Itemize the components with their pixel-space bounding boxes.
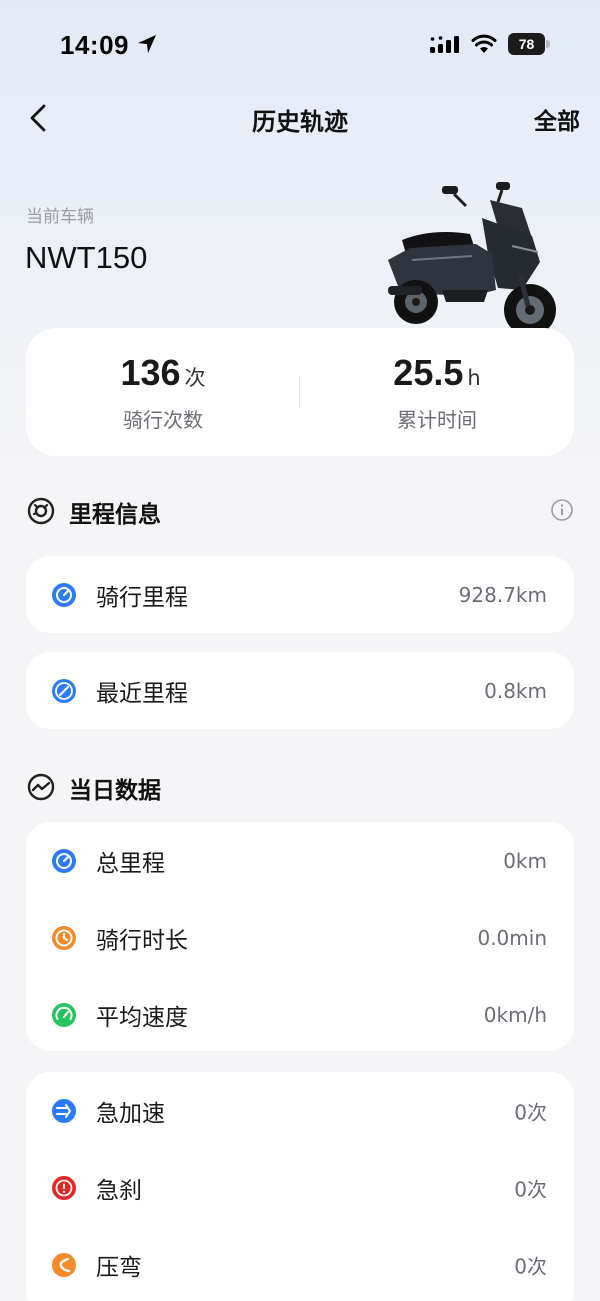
list-item[interactable]: 平均速度 0km/h [26, 976, 574, 1053]
total-time-unit: h [467, 366, 481, 390]
battery-indicator: 78 [508, 33, 550, 55]
battery-level: 78 [508, 33, 545, 55]
acceleration-icon [52, 1098, 76, 1123]
all-button[interactable]: 全部 [534, 102, 580, 136]
page-title: 历史轨迹 [252, 108, 348, 136]
ride-stats-card: 136 次 骑行次数 25.5 h 累计时间 [26, 328, 574, 456]
ride-mileage-value: 928.7km [458, 582, 547, 607]
mileage-section-header: 里程信息 [26, 494, 574, 528]
daily-section-header: 当日数据 [26, 770, 574, 804]
recent-mileage-label: 最近里程 [96, 680, 188, 707]
battery-tip [546, 40, 550, 48]
ride-count-unit: 次 [184, 366, 206, 390]
riding-events-card: 急加速 0次 急刹 0次 压弯 0次 [26, 1072, 574, 1301]
average-speed-value: 0km/h [483, 1002, 547, 1027]
nav-bar: 历史轨迹 全部 [0, 92, 600, 146]
average-speed-label: 平均速度 [96, 1004, 188, 1031]
info-icon[interactable] [550, 498, 574, 522]
total-time-stat: 25.5 h 累计时间 [300, 352, 574, 433]
status-time: 14:09 [60, 30, 129, 60]
list-item[interactable]: 最近里程 0.8km [26, 652, 574, 729]
status-bar: 14:09 78 [0, 0, 600, 90]
list-item[interactable]: 急加速 0次 [26, 1072, 574, 1149]
ride-count-label: 骑行次数 [123, 408, 203, 432]
location-arrow-icon [138, 35, 156, 53]
list-item[interactable]: 总里程 0km [26, 822, 574, 899]
hard-acceleration-value: 0次 [514, 1100, 547, 1124]
vehicle-name[interactable]: NWT150 [25, 240, 147, 276]
hard-brake-value: 0次 [514, 1177, 547, 1201]
ride-count-value: 136 [120, 352, 181, 393]
list-item[interactable]: 骑行时长 0.0min [26, 899, 574, 976]
speedometer-icon [52, 1002, 76, 1027]
list-item[interactable]: 急刹 0次 [26, 1149, 574, 1226]
total-mileage-value: 0km [503, 848, 547, 873]
total-time-value: 25.5 [393, 352, 464, 393]
total-mileage-label: 总里程 [96, 850, 165, 877]
daily-section-title: 当日数据 [69, 778, 161, 804]
ride-mileage-label: 骑行里程 [96, 584, 188, 611]
ride-count-stat: 136 次 骑行次数 [26, 352, 300, 433]
current-vehicle-label: 当前车辆 [26, 207, 94, 227]
recent-mileage-card[interactable]: 最近里程 0.8km [26, 652, 574, 729]
list-item[interactable]: 骑行里程 928.7km [26, 556, 574, 633]
cornering-label: 压弯 [96, 1254, 142, 1281]
ride-duration-value: 0.0min [477, 925, 547, 950]
brake-alert-icon [52, 1175, 76, 1200]
daily-stats-card: 总里程 0km 骑行时长 0.0min 平均速度 0km/h [26, 822, 574, 1051]
cornering-icon [52, 1252, 76, 1277]
recent-mileage-icon [52, 678, 76, 703]
cornering-value: 0次 [514, 1254, 547, 1278]
mileage-section-title: 里程信息 [69, 502, 161, 528]
trend-icon [27, 773, 55, 801]
odometer-icon [52, 582, 76, 607]
clock-icon [52, 925, 76, 950]
ride-duration-label: 骑行时长 [96, 927, 188, 954]
signal-icon [430, 36, 459, 53]
hard-acceleration-label: 急加速 [96, 1100, 165, 1127]
recent-mileage-value: 0.8km [484, 678, 547, 703]
scooter-image [388, 182, 556, 336]
wifi-icon [471, 34, 497, 53]
list-item[interactable]: 压弯 0次 [26, 1226, 574, 1301]
total-time-label: 累计时间 [397, 408, 477, 432]
total-mileage-icon [52, 848, 76, 873]
hard-brake-label: 急刹 [96, 1177, 142, 1204]
ride-mileage-card[interactable]: 骑行里程 928.7km [26, 556, 574, 633]
gauge-icon [27, 497, 55, 525]
